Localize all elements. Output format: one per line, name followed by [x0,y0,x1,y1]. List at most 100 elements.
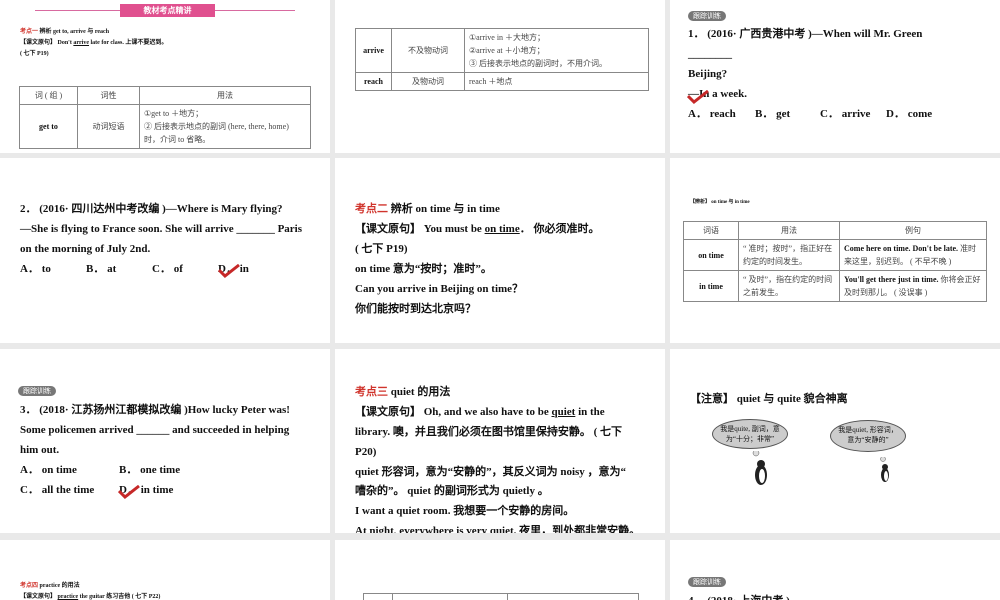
point-label: 考点二 [355,203,388,215]
usage-table-continued: arrive 不及物动词 ①arrive in ＋大地方； ②arrive at ＋… [355,28,649,91]
slide-8[interactable]: 考点三 quiet 的用法 【课文原句】 Oh, and we also hav… [335,349,665,533]
slide-2[interactable]: arrive 不及物动词 ①arrive in ＋大地方； ②arrive at ＋… [335,0,665,153]
example-en: You'll get there just in time. [844,275,939,284]
option-c[interactable]: C． of [152,259,183,279]
speech-bubble-quiet: 我是quiet, 形容词，意为“安静的” [830,420,906,452]
option-a[interactable]: A． reach [688,104,736,124]
question-line: him out. [20,444,60,456]
ref: ( 七下 P19) [20,51,49,57]
source-label: 【课文原句】 [355,406,421,418]
table-top [363,593,639,600]
question-line: —She is flying to France soon. She will … [20,223,303,235]
source-sentence: 【课文原句】 Don't arrive late for class. 上课不要… [20,37,167,46]
speech-bubble-quite: 我是quite, 副词，意为“十分；非常” [712,419,788,449]
text-line: 嘈杂的”。 quiet 的副词形式为 quietly 。 [355,485,549,497]
source-sentence: 【课文原句】 You must be on time． 你必须准时。 [355,219,599,239]
checkmark-icon [687,90,709,104]
header-pos: 词性 [77,86,140,105]
slide-5[interactable]: 考点二 辨析 on time 与 in time 【课文原句】 You must… [335,158,665,343]
cell-word: get to [19,104,78,149]
slide-1[interactable]: 教材考点精讲 考点一 辨析 get to, arrive 与 reach 【课文… [0,0,330,153]
slide-3[interactable]: 跟踪训练 1． (2016· 广西贵港中考 )—When will Mr. Gr… [670,0,1000,153]
point-heading: 考点一 辨析 get to, arrive 与 reach [20,26,109,35]
table-divider [507,593,508,600]
point-label: 考点三 [355,386,388,398]
slide-9[interactable]: 【注意】 quiet 与 quite 貌合神离 我是quite, 副词，意为“十… [670,349,1000,533]
cell-word: arrive [355,28,392,73]
source-pre: You must be [423,223,485,235]
source-sentence: 【课文原句】 practice the guitar 练习吉他 ( 七下 P22… [20,591,160,600]
cell-usage: “ 准时；按时”，指正好在约定的时间发生。 [738,239,840,271]
question-cont: Beijing? [688,68,728,80]
cell-pos: 不及物动词 [391,28,465,73]
analysis-heading: 【辨析】 on time 与 in time [690,198,750,205]
text-line: quiet 形容词，意为“安静的”，其反义词为 noisy ，意为“ [355,466,627,478]
question-line: Some policemen arrived ______ and succee… [20,424,290,436]
slide-11[interactable] [335,540,665,600]
comparison-table: 词语 用法 例句 on time “ 准时；按时”，指正好在约定的时间发生。 Come … [683,221,987,302]
analysis-label: 【辨析】 [690,200,711,205]
point-title: practice 的用法 [39,583,80,589]
question-line: 2． (2016· 四川达州中考改编 )—Where is Mary flyin… [20,203,283,215]
header-usage: 用法 [738,221,840,240]
slide-12[interactable]: 跟踪训练 4． (2018· 上海中考 ) [670,540,1000,600]
example-en: Come here on time. Don't be late. [844,244,959,253]
source-sentence: 【课文原句】 Oh, and we also have to be quiet … [355,402,605,422]
source-underlined: practice [57,594,79,600]
cell-example: Come here on time. Don't be late. 准时来这里，… [839,239,987,271]
slide-10[interactable]: 考点四 practice 的用法 【课文原句】 practice the gui… [0,540,330,600]
usage-line: ①get to ＋地方； [144,109,204,118]
point-label: 考点四 [20,583,39,589]
source-pre: Oh, and we also have to be [423,406,552,418]
option-c[interactable]: C． arrive [820,104,870,124]
option-b[interactable]: B． one time [119,460,180,480]
source-underlined: on time [484,223,520,235]
header-phrase: 词语 [683,221,739,240]
usage-line: 时，介词 to 省略。 [144,135,211,144]
penguin-icon [880,457,889,482]
option-c[interactable]: C． all the time [20,480,94,500]
cell-pos: 动词短语 [77,104,140,149]
checkmark-icon [118,485,140,499]
option-a[interactable]: A． on time [20,460,77,480]
usage-line: ② 后接表示地点的副词 (here, there, home) [144,122,289,131]
cell-pos: 及物动词 [391,72,465,91]
point-title: quiet 的用法 [390,386,451,398]
option-b[interactable]: B． get [755,104,790,124]
table-divider [392,593,393,600]
source-post: ． 你必须准时。 [519,223,600,235]
cell-usage: “ 及时”，指在约定的时间之前发生。 [738,270,840,302]
text-line: ( 七下 P19) [355,243,408,255]
option-d[interactable]: D． come [886,104,932,124]
text-line: P20) [355,446,377,458]
text-line: I want a quiet room. 我想要一个安静的房间。 [355,505,575,517]
note-label: 【注意】 [690,393,734,405]
option-b[interactable]: B． at [86,259,116,279]
cell-word: reach [355,72,392,91]
point-title: 辨析 on time 与 in time [390,203,500,215]
cell-usage: ①arrive in ＋大地方； ②arrive at ＋小地方； ③ 后接表示地点… [464,28,649,73]
question-line: on the morning of July 2nd. [20,243,151,255]
banner: 教材考点精讲 [120,4,215,17]
point-heading: 考点二 辨析 on time 与 in time [355,199,500,219]
usage-line: ③ 后接表示地点的副词时，不用介词。 [469,59,607,68]
point-title: 辨析 get to, arrive 与 reach [39,29,110,35]
practice-badge: 跟踪训练 [688,11,726,21]
slide-4[interactable]: 2． (2016· 四川达州中考改编 )—Where is Mary flyin… [0,158,330,343]
cell-phrase: on time [683,239,739,271]
analysis-title: on time 与 in time [711,200,750,205]
cell-usage: ①get to ＋地方； ② 后接表示地点的副词 (here, there, ho… [139,104,311,149]
source-label: 【课文原句】 [355,223,421,235]
source-underlined: arrive [73,40,90,46]
slide-6[interactable]: 【辨析】 on time 与 in time 词语 用法 例句 on time “ 准… [670,158,1000,343]
source-label: 【课文原句】 [20,40,57,46]
point-label: 考点一 [20,29,39,35]
point-heading: 考点四 practice 的用法 [20,580,80,589]
header-usage: 用法 [139,86,311,105]
text-line: on time 意为“按时；准时”。 [355,263,492,275]
option-a[interactable]: A． to [20,259,51,279]
text-line: Can you arrive in Beijing on time？ [355,283,524,295]
practice-badge: 跟踪训练 [688,577,726,587]
question: 1． (2016· 广西贵港中考 )—When will Mr. Green [688,28,923,40]
slide-7[interactable]: 跟踪训练 3． (2018· 江苏扬州江都模拟改编 )How lucky Pet… [0,349,330,533]
